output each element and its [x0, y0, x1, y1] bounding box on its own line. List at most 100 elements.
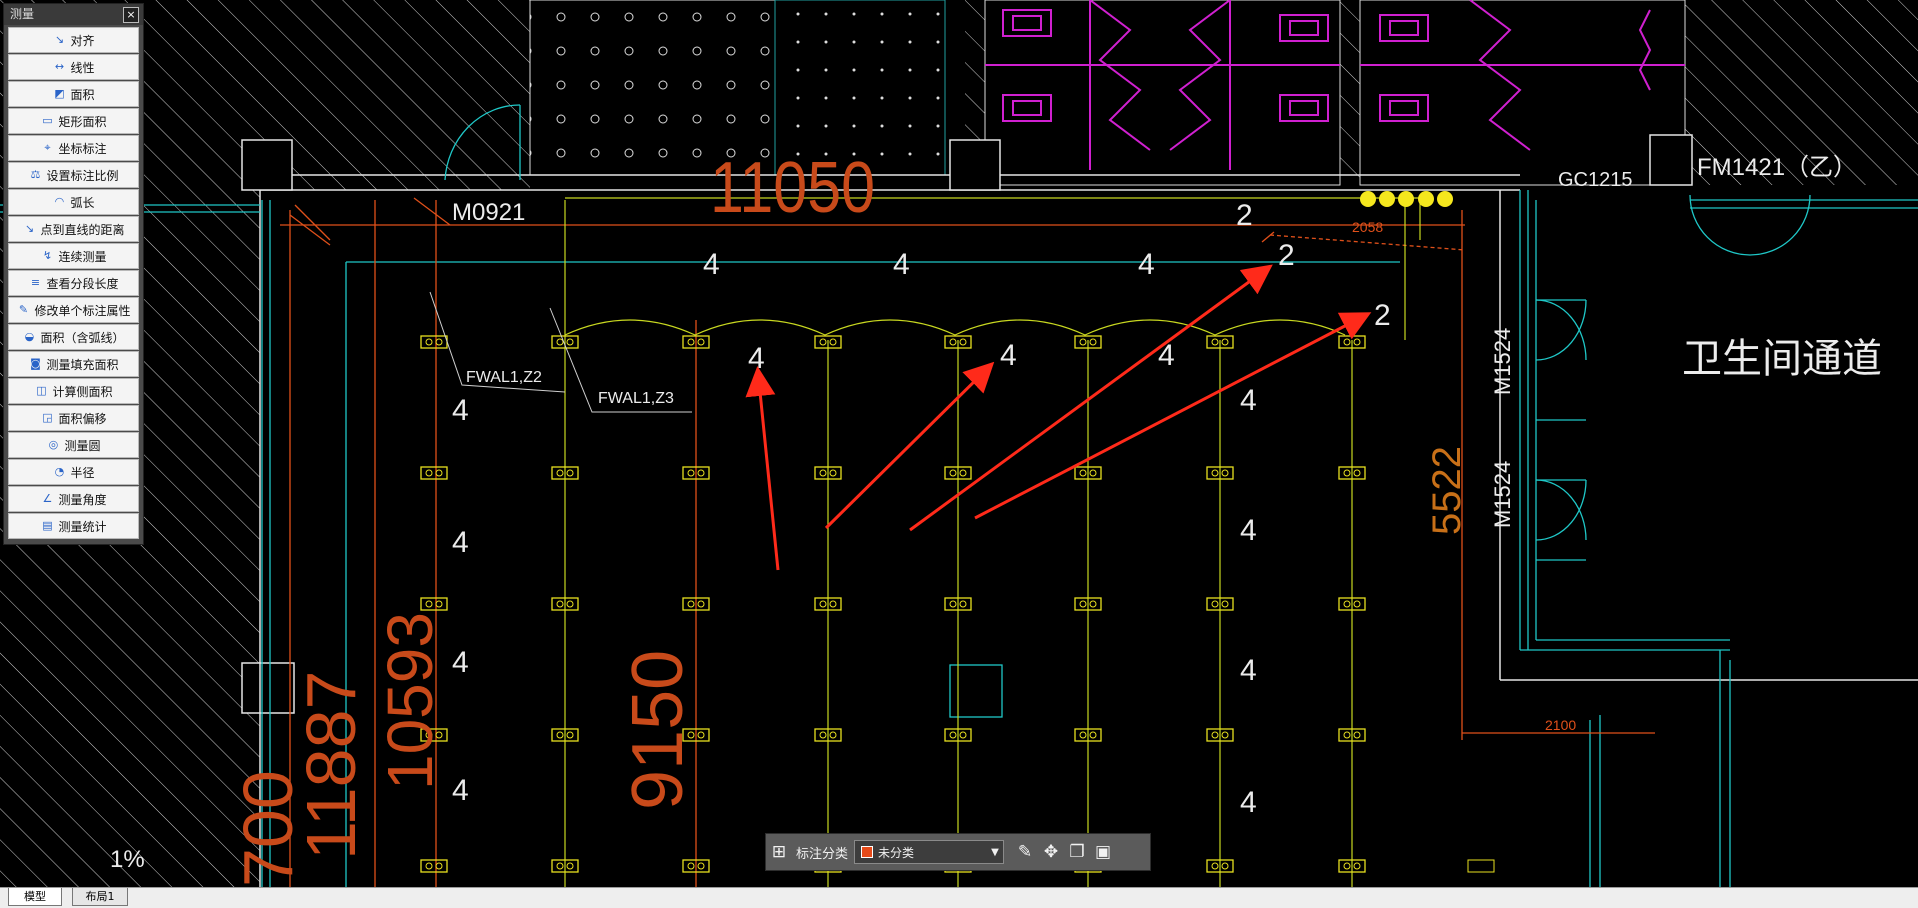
fill-area-icon: ◙ — [30, 357, 41, 370]
measure-panel: 测量 × ↘ 对齐 ↔ 线性 ◩ 面积 ▭ 矩形面积 ⌖ 坐标标注 ⚖ 设置标注比例 ◠ 弧长 ↘ 点到直线的… — [3, 3, 144, 545]
measure-tool-rect-area[interactable]: ▭ 矩形面积 — [8, 108, 139, 134]
measure-tool-segment-length[interactable]: ≡ 查看分段长度 — [8, 270, 139, 296]
cad-drawing-canvas[interactable]: 11050 M0921 GC1215 FM1421（乙） 卫生间通道 2058 … — [0, 0, 1918, 887]
chevron-down-icon: ▼ — [991, 846, 999, 858]
measure-tool-arc-area[interactable]: ◒ 面积（含弧线） — [8, 324, 139, 350]
count-top-3: 2 — [1374, 299, 1391, 332]
annotation-category-select[interactable]: 未分类 ▼ — [854, 840, 1005, 864]
count-right-2: 4 — [1240, 654, 1257, 687]
point-line-distance-icon: ↘ — [24, 222, 35, 235]
measure-tool-coordinate[interactable]: ⌖ 坐标标注 — [8, 135, 139, 161]
edit-icon[interactable]: ✎ — [1012, 839, 1038, 865]
linear-icon: ↔ — [54, 60, 65, 73]
layout-tabs: 模型 布局1 — [0, 887, 1918, 908]
category-color-swatch — [861, 846, 874, 858]
count-left-4: 4 — [452, 774, 469, 807]
scale-icon: ⚖ — [30, 168, 41, 181]
walls — [241, 134, 1918, 887]
dim-700: 700 — [229, 770, 307, 887]
measure-tool-scale[interactable]: ⚖ 设置标注比例 — [8, 162, 139, 188]
percent-label: 1% — [110, 846, 145, 873]
measure-tool-list: ↘ 对齐 ↔ 线性 ◩ 面积 ▭ 矩形面积 ⌖ 坐标标注 ⚖ 设置标注比例 ◠ 弧长 ↘ 点到直线的距离 ↯ 连续… — [8, 27, 139, 539]
measure-tool-label: 查看分段长度 — [46, 276, 119, 291]
measure-panel-title: 测量 — [10, 7, 35, 21]
measure-tool-label: 测量角度 — [58, 492, 107, 507]
move-icon[interactable]: ✥ — [1038, 839, 1064, 865]
count-row-1: 4 — [703, 248, 720, 281]
measure-panel-header[interactable]: 测量 × — [4, 4, 143, 25]
measure-tool-edit-dimension[interactable]: ✎ 修改单个标注属性 — [8, 297, 139, 323]
measure-tool-statistics[interactable]: ▤ 测量统计 — [8, 513, 139, 539]
count-top-2: 2 — [1278, 239, 1295, 272]
measure-tool-label: 点到直线的距离 — [40, 222, 125, 237]
measure-tool-label: 对齐 — [70, 33, 95, 48]
paste-icon[interactable]: ▣ — [1090, 839, 1116, 865]
door-m1524-a: M1524 — [1490, 328, 1515, 395]
measure-tool-label: 面积（含弧线） — [40, 330, 125, 345]
arc-length-icon: ◠ — [54, 195, 65, 208]
measure-tool-label: 坐标标注 — [58, 141, 107, 156]
measure-tool-label: 弧长 — [70, 195, 95, 210]
edit-dimension-icon: ✎ — [18, 303, 29, 316]
gc1215-label: GC1215 — [1558, 169, 1633, 191]
grid-menu-icon[interactable]: ⊞ — [766, 839, 792, 865]
measure-tool-area-offset[interactable]: ◲ 面积偏移 — [8, 405, 139, 431]
measure-tool-label: 面积 — [70, 87, 95, 102]
copy-icon[interactable]: ❐ — [1064, 839, 1090, 865]
count-right-1: 4 — [1240, 514, 1257, 547]
measure-tool-angle[interactable]: ∠ 测量角度 — [8, 486, 139, 512]
dim-2058: 2058 — [1352, 219, 1383, 235]
measure-tool-label: 设置标注比例 — [46, 168, 119, 183]
measure-tool-align[interactable]: ↘ 对齐 — [8, 27, 139, 53]
count-row-4: 4 — [748, 342, 765, 375]
measure-tool-label: 测量统计 — [58, 519, 107, 534]
close-icon[interactable]: × — [123, 7, 139, 23]
count-row-5: 4 — [1000, 339, 1017, 372]
measure-tool-label: 线性 — [70, 60, 95, 75]
cyan-outlines — [0, 104, 1918, 887]
fm1421-label: FM1421（乙） — [1697, 154, 1857, 181]
continuous-measure-icon: ↯ — [42, 249, 53, 262]
door-m0921-label: M0921 — [452, 199, 525, 226]
measure-tool-area[interactable]: ◩ 面积 — [8, 81, 139, 107]
area-offset-icon: ◲ — [42, 411, 53, 424]
measure-tool-side-area[interactable]: ◫ 计算侧面积 — [8, 378, 139, 404]
measure-tool-radius[interactable]: ◔ 半径 — [8, 459, 139, 485]
measure-tool-arc-length[interactable]: ◠ 弧长 — [8, 189, 139, 215]
count-labels: 2 2 2 4 4 4 4 4 4 4 4 4 4 4 4 4 4 4 — [452, 199, 1391, 819]
dimension-lines — [280, 197, 1655, 887]
coordinate-icon: ⌖ — [44, 141, 51, 154]
dim-2100: 2100 — [1545, 717, 1576, 733]
count-left-3: 4 — [452, 646, 469, 679]
align-icon: ↘ — [54, 33, 65, 46]
side-area-icon: ◫ — [36, 384, 47, 397]
area-icon: ◩ — [54, 87, 65, 100]
count-row-7: 4 — [1240, 384, 1257, 417]
measure-tool-point-line-distance[interactable]: ↘ 点到直线的距离 — [8, 216, 139, 242]
dim-9150: 9150 — [618, 650, 698, 810]
count-top-1: 2 — [1236, 199, 1253, 232]
measure-tool-label: 修改单个标注属性 — [34, 303, 131, 318]
measure-tool-label: 半径 — [70, 465, 95, 480]
measure-tool-continuous-measure[interactable]: ↯ 连续测量 — [8, 243, 139, 269]
measure-tool-label: 面积偏移 — [58, 411, 107, 426]
segment-length-icon: ≡ — [30, 276, 41, 289]
category-select-value: 未分类 — [878, 845, 915, 860]
measure-tool-circle[interactable]: ◎ 测量圆 — [8, 432, 139, 458]
top-rooms — [529, 0, 1686, 186]
room-label: 卫生间通道 — [1682, 337, 1882, 381]
angle-icon: ∠ — [42, 492, 53, 505]
measure-tool-fill-area[interactable]: ◙ 测量填充面积 — [8, 351, 139, 377]
door-m1524-b: M1524 — [1490, 461, 1515, 528]
fwal-z2-label: FWAL1,Z2 — [466, 369, 542, 386]
count-left-1: 4 — [452, 394, 469, 427]
tab-layout1[interactable]: 布局1 — [72, 888, 128, 906]
annotation-category-label: 标注分类 — [796, 846, 849, 862]
arc-area-icon: ◒ — [24, 330, 35, 343]
fwal-z3-label: FWAL1,Z3 — [598, 390, 674, 407]
yellow-lamps — [1360, 191, 1453, 207]
measure-tool-linear[interactable]: ↔ 线性 — [8, 54, 139, 80]
tab-model[interactable]: 模型 — [8, 888, 62, 906]
count-left-2: 4 — [452, 526, 469, 559]
measure-tool-label: 计算侧面积 — [52, 384, 113, 399]
